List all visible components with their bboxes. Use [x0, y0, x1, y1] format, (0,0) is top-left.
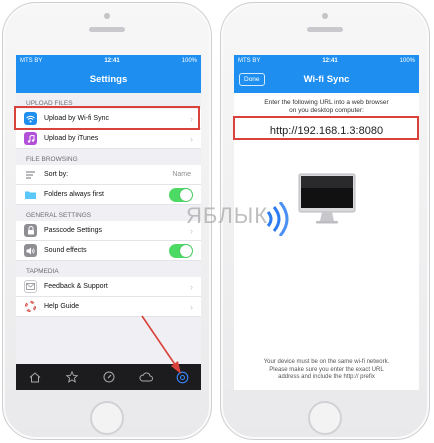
section-header-general-settings: GENERAL SETTINGS	[26, 212, 92, 219]
front-camera	[322, 13, 328, 19]
done-button[interactable]: Done	[239, 73, 265, 86]
row-label: Passcode Settings	[44, 227, 102, 234]
instructions-line: on you desktop computer:	[289, 107, 364, 114]
passcode-settings-row[interactable]: Passcode Settings ›	[16, 221, 201, 241]
watermark-logo: ЯБЛЫК	[186, 203, 269, 228]
page-title: Settings	[89, 74, 128, 85]
sort-lines-icon	[24, 168, 37, 181]
nav-bar: Done Wi-fi Sync	[234, 66, 419, 93]
row-label: Sound effects	[44, 247, 87, 254]
chevron-right-icon: ›	[190, 281, 193, 292]
folders-first-toggle[interactable]	[169, 187, 193, 202]
chevron-right-icon: ›	[190, 133, 193, 144]
earpiece-speaker	[89, 27, 125, 32]
left-phone: MTS BY 12:41 100% Settings UPLOAD FILES …	[2, 2, 212, 440]
home-button[interactable]	[90, 401, 124, 435]
battery-label: 100%	[399, 57, 415, 64]
home-button[interactable]	[308, 401, 342, 435]
folder-icon	[24, 188, 37, 201]
folders-first-row: Folders always first	[16, 185, 201, 205]
star-icon[interactable]	[61, 366, 83, 388]
compass-icon[interactable]	[98, 366, 120, 388]
lock-icon	[24, 224, 37, 237]
music-note-icon	[24, 132, 37, 145]
page-title: Wi-fi Sync	[303, 74, 350, 85]
cloud-icon[interactable]	[135, 366, 157, 388]
section-header-tapmedia: TAPMEDIA	[26, 268, 59, 275]
status-bar: MTS BY 12:41 100%	[16, 55, 201, 66]
tab-bar	[16, 364, 201, 390]
feedback-support-row[interactable]: Feedback & Support ›	[16, 277, 201, 297]
sort-by-row[interactable]: Sort by: Name	[16, 165, 201, 185]
earpiece-speaker	[307, 27, 343, 32]
speaker-icon	[24, 244, 37, 257]
wifi-sync-highlight	[14, 106, 200, 130]
carrier-label: MTS BY	[238, 57, 261, 64]
row-label: Feedback & Support	[44, 283, 108, 290]
footnote-line: address and include the http:// prefix	[278, 374, 375, 380]
url-highlight	[233, 116, 419, 140]
help-lifebuoy-icon	[24, 300, 37, 313]
chevron-right-icon: ›	[190, 301, 193, 312]
sound-effects-toggle[interactable]	[169, 243, 193, 258]
row-label: Folders always first	[44, 191, 104, 198]
carrier-label: MTS BY	[20, 57, 43, 64]
footnote-line: Your device must be on the same wi-fi ne…	[263, 359, 390, 365]
settings-icon[interactable]	[172, 366, 194, 388]
section-header-file-browsing: FILE BROWSING	[26, 156, 78, 163]
help-guide-row[interactable]: Help Guide ›	[16, 297, 201, 317]
home-icon[interactable]	[24, 366, 46, 388]
instructions-line: Enter the following URL into a web brows…	[264, 99, 389, 106]
desktop-computer-icon	[298, 173, 356, 224]
watermark-signal-icon	[266, 202, 289, 236]
upload-itunes-row[interactable]: Upload by iTunes ›	[16, 129, 201, 149]
footnote-text: Your device must be on the same wi-fi ne…	[234, 359, 419, 382]
nav-bar: Settings	[16, 66, 201, 93]
footnote-line: Please make sure you enter the exact URL	[269, 366, 384, 373]
row-label: Help Guide	[44, 303, 80, 310]
instructions-text: Enter the following URL into a web brows…	[234, 99, 419, 115]
envelope-icon	[24, 280, 37, 293]
sound-effects-row: Sound effects	[16, 241, 201, 261]
status-time: 12:41	[104, 57, 120, 64]
row-label: Sort by:	[44, 171, 69, 178]
status-time: 12:41	[322, 57, 338, 64]
sort-value: Name	[172, 171, 191, 178]
status-bar: MTS BY 12:41 100%	[234, 55, 419, 66]
battery-label: 100%	[181, 57, 197, 64]
front-camera	[104, 13, 110, 19]
row-label: Upload by iTunes	[44, 135, 99, 142]
